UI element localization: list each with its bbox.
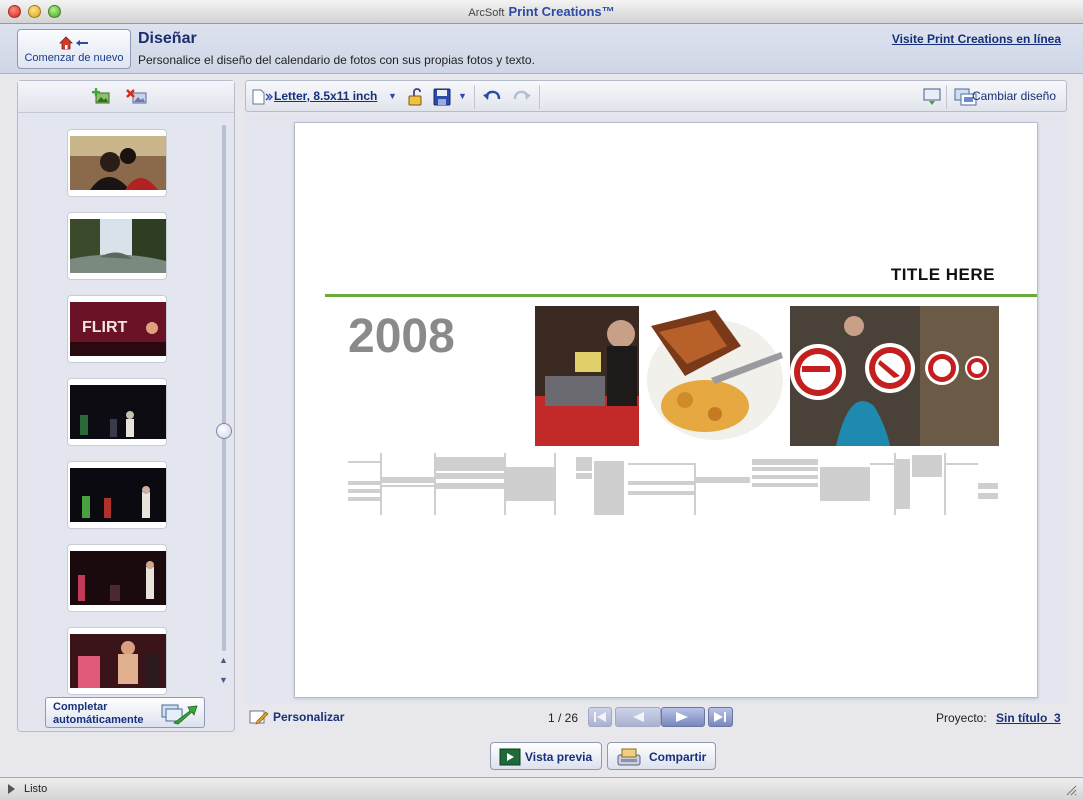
toolbar-separator <box>539 85 540 109</box>
photo-image <box>70 219 166 273</box>
last-page-icon <box>714 712 726 722</box>
preview-button[interactable]: Vista previa <box>490 742 602 770</box>
photo-tray-toolbar <box>18 81 234 113</box>
svg-text:FLIRT: FLIRT <box>82 319 128 336</box>
calendar-year-text[interactable]: 2008 <box>348 309 455 364</box>
photo-image <box>70 634 166 688</box>
personalize-button[interactable]: Personalizar <box>273 710 344 724</box>
page-title: Diseñar <box>138 30 197 47</box>
photo-thumbnail-7[interactable] <box>67 627 167 695</box>
unlock-icon[interactable] <box>406 87 426 107</box>
start-over-button[interactable]: Comenzar de nuevo <box>17 29 131 69</box>
auto-complete-button[interactable]: Completar automáticamente <box>45 697 205 728</box>
slideshow-icon[interactable] <box>922 87 942 107</box>
save-icon[interactable] <box>432 87 452 107</box>
page-subtitle: Personalice el diseño del calendario de … <box>138 53 535 67</box>
scroll-down-arrow-icon[interactable]: ▼ <box>219 675 228 685</box>
preview-label: Vista previa <box>525 750 593 764</box>
calendar-photo-2[interactable] <box>645 306 785 446</box>
next-page-icon <box>676 712 688 722</box>
share-icon <box>617 748 641 766</box>
photo-image <box>70 551 166 605</box>
photo-thumbnail-3[interactable]: FLIRT <box>67 295 167 363</box>
page-setup-icon[interactable] <box>250 87 273 107</box>
save-chevron-down-icon[interactable]: ▼ <box>458 91 467 101</box>
toolbar-separator <box>474 85 475 109</box>
photo-thumbnail-5[interactable] <box>67 461 167 529</box>
calendar-page[interactable]: TITLE HERE 2008 <box>294 122 1038 698</box>
calendar-photo-3[interactable] <box>790 306 999 446</box>
project-label: Proyecto: <box>936 711 987 725</box>
toolbar-separator <box>946 85 947 109</box>
paper-size-chevron-down-icon[interactable]: ▼ <box>388 91 397 101</box>
previous-page-icon <box>633 712 644 722</box>
photo-image: FLIRT <box>70 302 166 356</box>
thumbnail-scroll-knob[interactable] <box>216 423 232 439</box>
thumbnail-scroll-track[interactable] <box>222 125 226 651</box>
paper-size-dropdown[interactable]: Letter, 8.5x11 inch <box>274 89 377 103</box>
start-over-label: Comenzar de nuevo <box>24 52 124 64</box>
next-page-button[interactable] <box>661 707 705 727</box>
photo-thumbnail-1[interactable] <box>67 129 167 197</box>
calendar-photo-1[interactable] <box>535 306 639 446</box>
share-button[interactable]: Compartir <box>607 742 716 770</box>
personalize-icon[interactable] <box>249 709 269 728</box>
scroll-up-arrow-icon[interactable]: ▲ <box>219 655 228 665</box>
status-text: Listo <box>24 783 48 795</box>
project-name-link[interactable]: Sin título_3 <box>996 711 1061 725</box>
photo-thumbnail-6[interactable] <box>67 544 167 612</box>
brand-name: Print Creations™ <box>508 4 615 19</box>
brand-prefix: ArcSoft <box>468 7 505 19</box>
header: Comenzar de nuevo Diseñar Personalice el… <box>0 24 1083 74</box>
redo-icon[interactable] <box>512 87 532 107</box>
status-bar: Listo <box>0 777 1083 800</box>
photo-image <box>70 385 166 439</box>
photo-image <box>70 468 166 522</box>
window-title: ArcSoft Print Creations™ <box>0 4 1083 19</box>
photo-thumbnail-4[interactable] <box>67 378 167 446</box>
last-page-button[interactable] <box>708 707 733 727</box>
home-back-icon <box>57 35 91 51</box>
remove-photo-icon[interactable] <box>126 88 147 106</box>
add-photo-icon[interactable] <box>91 88 111 106</box>
visit-online-link[interactable]: Visite Print Creations en línea <box>892 32 1061 46</box>
first-page-icon <box>594 712 606 722</box>
auto-fill-arrow-icon <box>161 704 198 725</box>
page-indicator: 1 / 26 <box>548 711 579 725</box>
photo-image <box>70 136 166 190</box>
undo-icon[interactable] <box>482 87 502 107</box>
calendar-month-grid[interactable] <box>348 453 998 515</box>
share-label: Compartir <box>649 750 707 764</box>
design-toolbar: Letter, 8.5x11 inch ▼ ▼ Cambiar diseño <box>245 80 1067 112</box>
resize-grip-icon[interactable] <box>1065 784 1077 796</box>
window-titlebar: ArcSoft Print Creations™ <box>0 0 1083 24</box>
change-design-button[interactable]: Cambiar diseño <box>972 89 1056 103</box>
first-page-button[interactable] <box>588 707 612 727</box>
previous-page-button[interactable] <box>615 707 661 727</box>
auto-complete-label: Completar automáticamente <box>53 701 144 726</box>
title-divider <box>325 294 1037 297</box>
preview-icon <box>499 748 521 766</box>
calendar-title-text[interactable]: TITLE HERE <box>891 265 995 285</box>
status-arrow-icon <box>8 784 15 794</box>
photo-tray: FLIRT ▲ ▼ Completar automáticamente <box>17 80 235 732</box>
photo-thumbnail-2[interactable] <box>67 212 167 280</box>
